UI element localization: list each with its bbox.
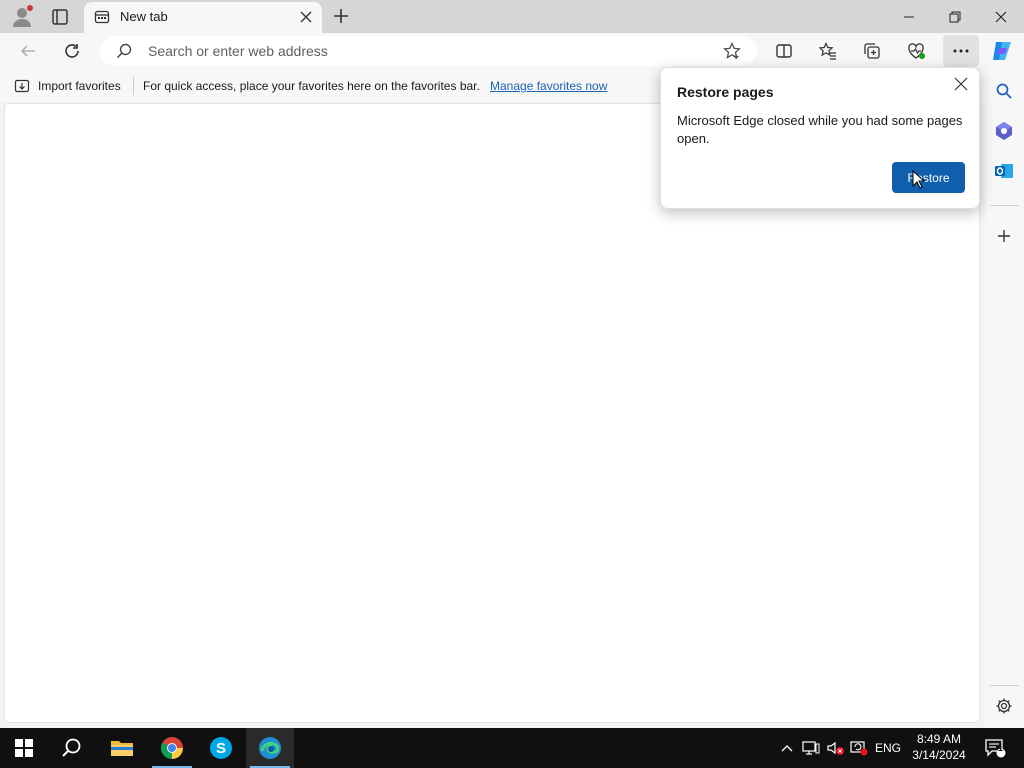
dialog-message: Microsoft Edge closed while you had some… [677,113,963,146]
address-bar[interactable]: Search or enter web address [100,36,757,66]
dialog-title: Restore pages [677,84,774,100]
sidebar [985,70,1024,728]
import-favorites-icon [14,79,30,93]
sidebar-add-icon[interactable] [992,224,1016,248]
new-tab-icon [94,9,110,25]
collections-button[interactable] [857,37,887,65]
notification-count: 1 [998,743,1004,753]
notifications-button[interactable]: 1 [978,728,1012,768]
file-explorer-icon[interactable] [98,728,146,768]
profile-icon[interactable] [10,5,34,29]
dialog-close-icon[interactable] [951,74,971,94]
copilot-icon[interactable] [987,37,1017,65]
refresh-button[interactable] [57,37,87,65]
clock-time: 8:49 AM [916,732,962,746]
taskbar-search-icon [62,738,81,757]
add-favorite-icon[interactable] [723,42,741,63]
split-screen-button[interactable] [769,37,799,65]
favorites-separator [133,77,134,95]
restore-pages-dialog: Restore pages Microsoft Edge closed whil… [660,67,980,209]
start-button[interactable] [0,728,48,768]
toolbar: Search or enter web address [0,33,1024,70]
address-placeholder: Search or enter web address [148,43,328,59]
network-icon[interactable] [801,728,821,768]
mouse-cursor-icon [912,169,926,193]
sidebar-outlook-icon[interactable] [992,159,1016,183]
edge-icon[interactable] [246,728,294,768]
svg-text:S: S [216,740,226,757]
favorites-button[interactable] [813,37,843,65]
settings-and-more-button[interactable] [943,35,979,67]
show-hidden-icons-icon[interactable] [778,728,796,768]
skype-icon[interactable]: S [197,728,245,768]
sidebar-microsoft365-icon[interactable] [992,119,1016,143]
language-indicator[interactable]: ENG [873,728,903,768]
minimize-button[interactable] [886,0,932,33]
restore-button[interactable]: Restore [892,162,965,193]
sidebar-separator-bottom [990,685,1019,686]
manage-favorites-link[interactable]: Manage favorites now [490,79,607,93]
chrome-icon[interactable] [148,728,196,768]
search-icon [116,43,132,62]
back-button[interactable] [13,37,43,65]
tab-actions-icon[interactable] [48,5,72,29]
close-window-button[interactable] [978,0,1024,33]
close-tab-icon[interactable] [296,7,316,27]
favorites-bar-message: For quick access, place your favorites h… [143,79,480,93]
taskbar: S ENG 8:49 AM 3/14/2024 1 [0,728,1024,768]
import-favorites-label: Import favorites [38,79,121,93]
restore-window-button[interactable] [932,0,978,33]
sidebar-search-icon[interactable] [992,79,1016,103]
new-tab-button[interactable] [330,5,352,27]
clock[interactable]: 8:49 AM 3/14/2024 [908,731,970,763]
sidebar-settings-icon[interactable] [992,694,1016,718]
sidebar-separator [990,205,1019,206]
tab-title: New tab [120,9,168,24]
taskbar-search-button[interactable] [48,728,96,768]
import-favorites-button[interactable]: Import favorites [14,78,121,94]
security-alert-icon[interactable] [849,728,869,768]
tab-strip: New tab [0,0,1024,33]
browser-essentials-button[interactable] [901,37,931,65]
volume-muted-icon[interactable] [825,728,845,768]
clock-date: 3/14/2024 [912,748,966,762]
windows-icon [15,739,33,757]
tab-new-tab[interactable]: New tab [84,2,322,33]
